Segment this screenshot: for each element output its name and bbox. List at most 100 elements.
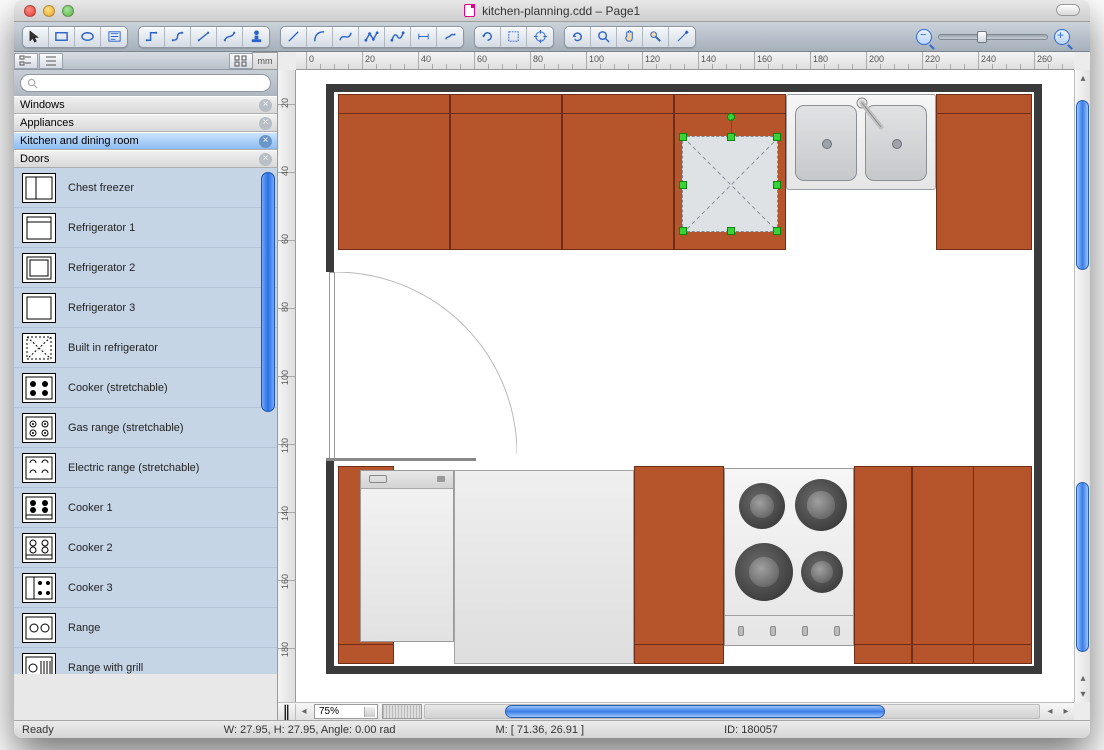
cabinet-bottom-4[interactable]	[912, 466, 1032, 664]
shape-item-fridge3[interactable]: Refrigerator 3	[14, 288, 277, 328]
wall-bottom	[326, 666, 1042, 674]
shape-item-gas-range[interactable]: Gas range (stretchable)	[14, 408, 277, 448]
category-close-icon[interactable]: ×	[259, 153, 272, 166]
shape-item-fridge2[interactable]: Refrigerator 2	[14, 248, 277, 288]
polyline-tool[interactable]	[359, 27, 385, 47]
hscroll-left-arrow[interactable]: ◂	[296, 706, 312, 717]
rectangle-tool[interactable]	[49, 27, 75, 47]
cabinet-top-2[interactable]	[450, 94, 562, 250]
hscroll-right-arrow[interactable]: ▸	[1058, 706, 1074, 717]
ruler-h-label: 100	[589, 54, 604, 64]
category-close-icon[interactable]: ×	[259, 99, 272, 112]
shape-item-label: Range with grill	[68, 662, 143, 674]
hscroll-thumb[interactable]	[505, 705, 885, 718]
ruler-unit-label[interactable]: mm	[252, 52, 278, 70]
title-filename: kitchen-planning.cdd	[482, 4, 592, 18]
freehand-tool[interactable]	[437, 27, 463, 47]
selected-shape[interactable]	[682, 136, 778, 232]
category-kitchen-and-dining-room[interactable]: Kitchen and dining room×	[14, 132, 277, 150]
gas-range-icon	[22, 413, 56, 443]
shape-item-chest-freezer[interactable]: Chest freezer	[14, 168, 277, 208]
vscroll-up-arrow[interactable]: ▴	[1075, 70, 1090, 86]
zoom-in-icon[interactable]	[1054, 29, 1070, 45]
category-windows[interactable]: Windows×	[14, 96, 277, 114]
category-appliances[interactable]: Appliances×	[14, 114, 277, 132]
view-list-button[interactable]	[39, 53, 63, 69]
canvas-vertical-scrollbar[interactable]: ▴ ▴ ▾	[1074, 70, 1090, 702]
view-grid-button[interactable]	[229, 53, 253, 69]
shape-list-scrollbar[interactable]	[261, 172, 275, 412]
zoom-tool[interactable]	[591, 27, 617, 47]
ellipse-tool[interactable]	[75, 27, 101, 47]
pointer-tool[interactable]	[23, 27, 49, 47]
vscroll-down-arrow[interactable]: ▾	[1075, 686, 1090, 702]
split-handle[interactable]: ∥	[278, 704, 296, 720]
eyedropper-style-tool[interactable]	[643, 27, 669, 47]
refresh-icon[interactable]	[565, 27, 591, 47]
shape-item-elec-range[interactable]: Electric range (stretchable)	[14, 448, 277, 488]
search-input-wrapper[interactable]	[20, 74, 271, 92]
shape-item-range-grill[interactable]: Range with grill	[14, 648, 277, 674]
vscroll-thumb-upper[interactable]	[1076, 100, 1089, 270]
search-input[interactable]	[42, 77, 264, 89]
hscroll-track[interactable]	[424, 704, 1040, 719]
vscroll-thumb-lower[interactable]	[1076, 482, 1089, 652]
status-ready: Ready	[22, 724, 54, 736]
connector-tool-4[interactable]	[217, 27, 243, 47]
cabinet-top-3[interactable]	[562, 94, 674, 250]
toolbar-pill-button[interactable]	[1056, 4, 1080, 16]
cabinet-bottom-2[interactable]	[634, 466, 724, 664]
hscroll-left-arrow-2[interactable]: ◂	[1042, 706, 1058, 717]
shape-item-cooker1[interactable]: Cooker 1	[14, 488, 277, 528]
horizontal-ruler[interactable]: 020406080100120140160180200220240260	[296, 52, 1074, 70]
range-icon	[22, 613, 56, 643]
shape-item-label: Cooker 2	[68, 542, 113, 554]
crop-tool[interactable]	[501, 27, 527, 47]
category-close-icon[interactable]: ×	[259, 117, 272, 130]
drawing-canvas[interactable]	[296, 70, 1074, 702]
shape-item-cooker2[interactable]: Cooker 2	[14, 528, 277, 568]
connector-tool-2[interactable]	[165, 27, 191, 47]
line-tool[interactable]	[281, 27, 307, 47]
stamp-tool[interactable]	[243, 27, 269, 47]
shape-item-label: Cooker (stretchable)	[68, 382, 168, 394]
dishwasher[interactable]	[360, 470, 454, 642]
text-tool[interactable]	[101, 27, 127, 47]
cabinet-top-1[interactable]	[338, 94, 450, 250]
rotate-tool[interactable]	[475, 27, 501, 47]
shape-item-cooker3[interactable]: Cooker 3	[14, 568, 277, 608]
eyedropper-tool[interactable]	[669, 27, 695, 47]
shape-list: Chest freezerRefrigerator 1Refrigerator …	[14, 168, 277, 674]
spline-tool[interactable]	[333, 27, 359, 47]
countertop[interactable]	[454, 470, 634, 664]
title-page: Page1	[606, 4, 641, 18]
shape-item-range[interactable]: Range	[14, 608, 277, 648]
category-close-icon[interactable]: ×	[259, 135, 272, 148]
cabinet-bottom-3[interactable]	[854, 466, 912, 664]
category-doors[interactable]: Doors×	[14, 150, 277, 168]
vscroll-up-arrow-2[interactable]: ▴	[1075, 670, 1090, 686]
shape-item-fridge1[interactable]: Refrigerator 1	[14, 208, 277, 248]
target-tool[interactable]	[527, 27, 553, 47]
view-tree-button[interactable]	[14, 53, 38, 69]
shape-item-cooker-stretch[interactable]: Cooker (stretchable)	[14, 368, 277, 408]
pan-tool[interactable]	[617, 27, 643, 47]
bezier-tool[interactable]	[385, 27, 411, 47]
vertical-ruler[interactable]: 20406080100120140160180	[278, 70, 296, 702]
shape-item-label: Refrigerator 3	[68, 302, 135, 314]
main-toolbar	[14, 22, 1090, 52]
zoom-slider[interactable]	[938, 34, 1048, 40]
connector-tool-3[interactable]	[191, 27, 217, 47]
tool-group-lines	[280, 26, 464, 48]
zoom-out-icon[interactable]	[916, 29, 932, 45]
cooker3-icon	[22, 573, 56, 603]
connector-tool-1[interactable]	[139, 27, 165, 47]
dimension-tool[interactable]	[411, 27, 437, 47]
zoom-slider-thumb[interactable]	[977, 31, 987, 43]
page-grip[interactable]	[382, 704, 422, 719]
zoom-level-combo[interactable]: 75%	[314, 704, 378, 719]
arc-tool[interactable]	[307, 27, 333, 47]
wall-left-upper	[326, 84, 334, 272]
shape-item-builtin-fridge[interactable]: Built in refrigerator	[14, 328, 277, 368]
stove-unit[interactable]	[724, 468, 854, 646]
